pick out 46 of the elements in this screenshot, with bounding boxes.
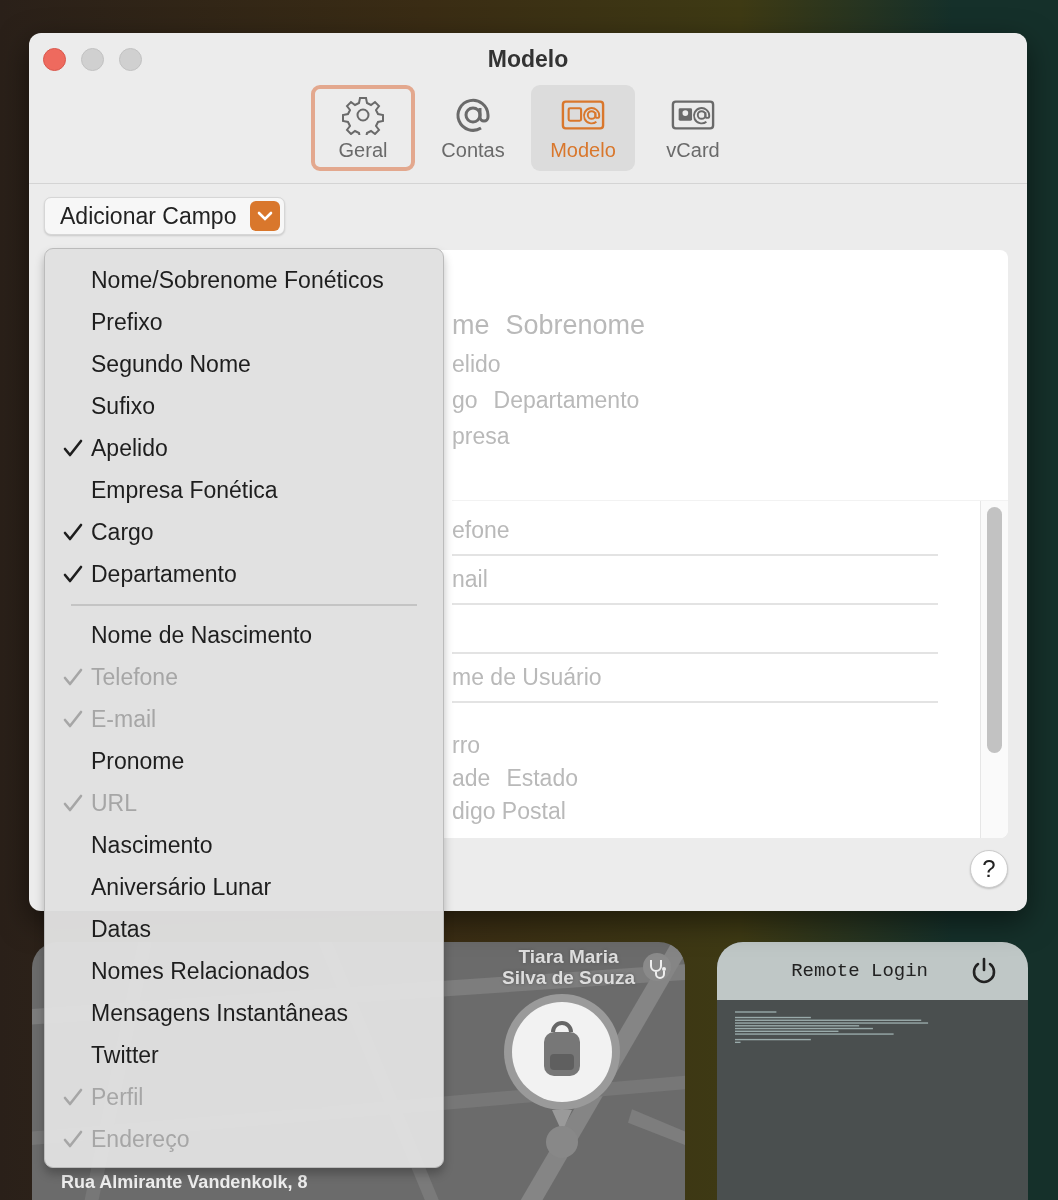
template-field: efone [452,517,510,544]
menu-item[interactable]: Datas [45,908,443,950]
menu-item[interactable]: Nomes Relacionados [45,950,443,992]
chevron-down-icon [250,201,281,231]
menu-item[interactable]: Segundo Nome [45,343,443,385]
template-field: go [452,386,478,414]
toolbar-tab[interactable]: vCard [641,85,745,171]
template-field: ade [452,765,491,792]
template-field: elido [452,350,501,378]
menu-item[interactable]: Twitter [45,1034,443,1076]
menu-item[interactable]: Cargo [45,511,443,553]
template-field: me de Usuário [452,664,602,691]
template-field: me [452,309,490,341]
add-field-dropdown[interactable]: Adicionar Campo [44,197,286,235]
menu-item[interactable]: Nascimento [45,824,443,866]
menu-item[interactable]: Apelido [45,427,443,469]
toolbar-tab[interactable]: Contas [421,85,525,171]
zoom-button[interactable] [119,48,142,71]
toolbar-tab[interactable]: Geral [311,85,415,171]
address-label: Rua Almirante Vandenkolk, 8 [61,1172,308,1193]
menu-item[interactable]: Nome de Nascimento [45,614,443,656]
menu-item[interactable]: Aniversário Lunar [45,866,443,908]
window-title: Modelo [487,45,569,73]
contact-name: Tiara Maria Silva de Souza [502,946,636,988]
help-button[interactable]: ? [970,850,1008,888]
menu-item[interactable]: Mensagens Instantâneas [45,992,443,1034]
scrollbar[interactable] [987,507,1002,753]
menu-item[interactable]: Departamento [45,553,443,595]
menu-item[interactable]: Sufixo [45,385,443,427]
menu-item[interactable]: Prefixo [45,301,443,343]
power-icon[interactable] [970,957,998,985]
template-field: digo Postal [452,798,566,825]
menu-item[interactable]: Empresa Fonética [45,469,443,511]
template-field: rro [452,732,481,759]
template-field: Estado [506,765,578,792]
template-field: presa [452,422,510,450]
template-field: Sobrenome [505,309,646,341]
template-field: nail [452,566,488,593]
widget-title: Remote Login [791,960,928,982]
close-button[interactable] [43,48,66,71]
menu-item[interactable]: Pronome [45,740,443,782]
gear-icon [341,94,385,135]
template-field: Departamento [493,386,640,414]
minimize-button[interactable] [81,48,104,71]
menu-item[interactable]: Nome/Sobrenome Fonéticos [45,259,443,301]
remote-login-widget[interactable]: Remote Login [717,942,1028,1200]
